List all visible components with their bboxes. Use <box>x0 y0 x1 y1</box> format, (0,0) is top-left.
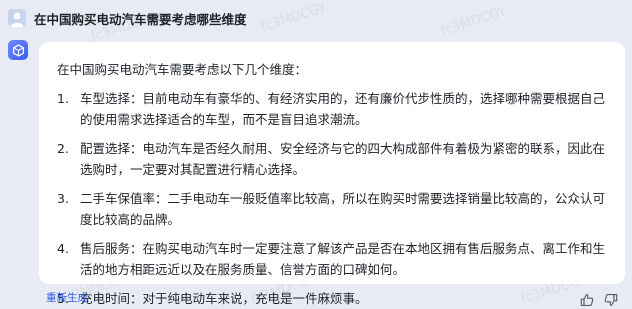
list-number: 1. <box>57 91 69 106</box>
watermark: fc3MDCGY <box>439 3 509 40</box>
list-item: 4. 售后服务：在购买电动汽车时一定要注意了解该产品是否在本地区拥有售后服务点、… <box>57 238 607 280</box>
list-item-text: 售后服务：在购买电动汽车时一定要注意了解该产品是否在本地区拥有售后服务点、离工作… <box>80 241 606 277</box>
list-item: 3. 二手车保值率：二手电动车一般贬值率比较高，所以在购买时需要选择销量比较高的… <box>57 188 607 230</box>
list-number: 4. <box>57 241 69 256</box>
answer-intro: 在中国购买电动汽车需要考虑以下几个维度： <box>57 62 308 77</box>
user-avatar-icon <box>8 9 26 27</box>
user-message: 在中国购买电动汽车需要考虑哪些维度 <box>8 8 247 28</box>
thumbs-up-icon[interactable] <box>580 292 594 306</box>
list-number: 2. <box>57 141 69 156</box>
list-item-text: 配置选择：电动汽车是否经久耐用、安全经济与它的四大构成部件有着极为紧密的联系，因… <box>80 141 606 177</box>
answer-list: 1. 车型选择：目前电动车有豪华的、有经济实用的，还有廉价代步性质的，选择哪种需… <box>57 88 607 309</box>
bot-cube-icon <box>8 40 28 60</box>
thumbs-down-icon[interactable] <box>604 292 618 306</box>
list-number: 3. <box>57 191 69 206</box>
list-item-text: 二手车保值率：二手电动车一般贬值率比较高，所以在购买时需要选择销量比较高的，公众… <box>80 191 606 227</box>
chat-page: fc3MDCGY fc3MDCGY fc3MDCGY fc3MDCGY fc3M… <box>0 0 632 309</box>
regenerate-button[interactable]: 重新生成 <box>46 290 88 305</box>
list-item: 5. 充电时间：对于纯电动车来说，充电是一件麻烦事。 <box>57 288 607 309</box>
list-item-text: 充电时间：对于纯电动车来说，充电是一件麻烦事。 <box>80 291 368 306</box>
question-text: 在中国购买电动汽车需要考虑哪些维度 <box>34 11 247 27</box>
list-item: 2. 配置选择：电动汽车是否经久耐用、安全经济与它的四大构成部件有着极为紧密的联… <box>57 138 607 180</box>
answer-card: 在中国购买电动汽车需要考虑以下几个维度： 1. 车型选择：目前电动车有豪华的、有… <box>39 42 625 306</box>
list-item-text: 车型选择：目前电动车有豪华的、有经济实用的，还有廉价代步性质的，选择哪种需要根据… <box>80 91 606 127</box>
list-item: 1. 车型选择：目前电动车有豪华的、有经济实用的，还有廉价代步性质的，选择哪种需… <box>57 88 607 130</box>
watermark: fc3MDCGY <box>259 0 329 36</box>
